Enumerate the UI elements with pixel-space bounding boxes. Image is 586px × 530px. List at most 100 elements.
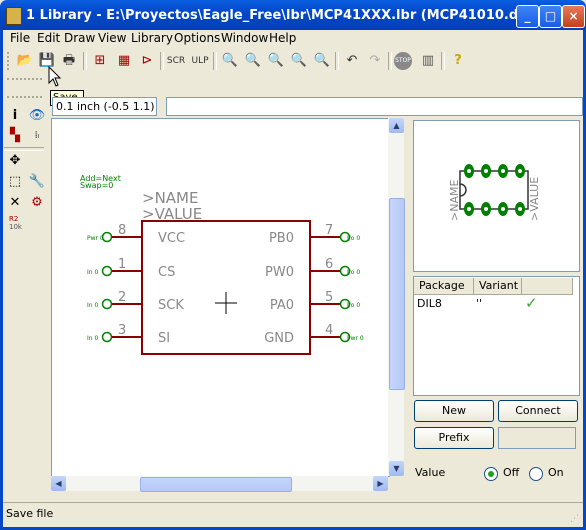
- command-line-input[interactable]: [166, 97, 583, 116]
- menu-library[interactable]: Library: [131, 31, 173, 45]
- left-pin-2: In 0 2 SCK: [87, 290, 184, 313]
- zoom-in-icon[interactable]: 🔍: [243, 51, 263, 71]
- minimize-button[interactable]: _: [516, 5, 539, 28]
- prefix-field[interactable]: [498, 427, 576, 449]
- pin-name: VCC: [158, 231, 185, 246]
- radio-on[interactable]: [529, 467, 543, 481]
- pin-type: In 0: [87, 302, 98, 309]
- menu-draw[interactable]: Draw: [64, 31, 95, 45]
- script-icon[interactable]: SCR: [166, 51, 186, 71]
- open-icon[interactable]: 📂: [15, 51, 35, 71]
- pad-hole: [501, 207, 505, 211]
- change-icon[interactable]: 🔧: [27, 172, 47, 192]
- pad-hole: [501, 169, 505, 173]
- connect-button[interactable]: Connect: [498, 400, 578, 422]
- resize-grip-icon[interactable]: ⋰: [570, 514, 582, 526]
- pad-hole: [518, 169, 522, 173]
- menu-edit[interactable]: Edit: [37, 31, 60, 45]
- info-icon[interactable]: i: [5, 106, 25, 126]
- checkmark-icon: ✓: [525, 294, 538, 312]
- coordinate-display: 0.1 inch (-0.5 1.1): [52, 97, 157, 116]
- scroll-left-icon[interactable]: ◀: [51, 476, 66, 491]
- left-pin-3: In 0 3 SI: [87, 323, 170, 346]
- maximize-button[interactable]: □: [539, 5, 562, 28]
- column-header-blank: [522, 278, 573, 295]
- sidebar-grip: [7, 96, 42, 102]
- toolbar-separator: [335, 52, 339, 70]
- right-pin-7: I/o 0 7 PB0: [269, 223, 360, 246]
- pin-connector: [101, 265, 113, 277]
- variant-cell: '': [476, 297, 483, 310]
- close-button[interactable]: ×: [562, 5, 585, 28]
- toolbar-separator: [83, 52, 87, 70]
- pin-name: CS: [158, 265, 175, 280]
- toolbar-grip-2: [7, 78, 42, 94]
- package-icon[interactable]: ▦: [114, 51, 134, 71]
- drawing-canvas[interactable]: Add=Next Swap=0 >NAME >VALUE Pwr 0 8 VCC In…: [51, 118, 390, 477]
- pin-number: 6: [325, 257, 333, 272]
- column-header-variant[interactable]: Variant: [474, 278, 522, 295]
- value-label: Value: [415, 466, 446, 479]
- status-text: Save file: [6, 507, 54, 520]
- pin-name: PA0: [270, 298, 294, 313]
- scroll-up-icon[interactable]: ▲: [389, 118, 404, 133]
- right-pin-4: Pwr 0 4 GND: [264, 323, 364, 346]
- swap-text: Swap=0: [80, 181, 113, 190]
- menu-options[interactable]: Options: [174, 31, 220, 45]
- pinswap-icon[interactable]: ⚙: [27, 193, 47, 213]
- stop-icon[interactable]: STOP: [394, 52, 412, 70]
- preview-value-label: >VALUE: [528, 177, 541, 221]
- package-cell: DIL8: [417, 297, 442, 310]
- pin-type: Pwr 0: [87, 235, 104, 242]
- pin-number: 7: [325, 223, 333, 238]
- prefix-button[interactable]: Prefix: [414, 427, 494, 449]
- value-tool-icon[interactable]: R2 10k: [9, 215, 22, 231]
- pin-name: GND: [264, 331, 294, 346]
- zoom-fit-icon[interactable]: 🔍: [220, 51, 240, 71]
- go-icon[interactable]: ▥: [418, 51, 438, 71]
- pad-hole: [467, 207, 471, 211]
- vertical-scroll-thumb[interactable]: [389, 198, 405, 390]
- symbol-icon[interactable]: ⊳: [137, 51, 157, 71]
- menu-view[interactable]: View: [98, 31, 126, 45]
- redraw-icon[interactable]: 🔍: [289, 51, 309, 71]
- eye-icon[interactable]: 👁: [27, 106, 47, 126]
- zoom-out-icon[interactable]: 🔍: [266, 51, 286, 71]
- right-pin-5: I/o 0 5 PA0: [270, 290, 361, 313]
- horizontal-scroll-thumb[interactable]: [140, 477, 292, 492]
- zoom-select-icon[interactable]: 🔍: [312, 51, 332, 71]
- app-icon: [6, 7, 22, 25]
- redo-icon[interactable]: ↷: [365, 51, 385, 71]
- radio-off[interactable]: [484, 467, 498, 481]
- ulp-icon[interactable]: ULP: [190, 51, 210, 71]
- table-row[interactable]: DIL8 '' ✓: [414, 294, 577, 312]
- preview-name-label: >NAME: [448, 180, 461, 221]
- pad-hole: [467, 169, 471, 173]
- print-icon[interactable]: 🖶: [59, 51, 79, 71]
- toolbar-grip: [7, 52, 15, 70]
- group-icon[interactable]: ⬚: [5, 172, 25, 192]
- pin-number: 3: [118, 323, 126, 338]
- mark-icon[interactable]: ⁞ₗ: [27, 126, 47, 146]
- delete-icon[interactable]: ✕: [5, 193, 25, 213]
- toolbar-separator: [388, 52, 392, 70]
- menu-window[interactable]: Window: [221, 31, 268, 45]
- layers-icon[interactable]: ▚: [5, 126, 25, 146]
- pin-name: PW0: [265, 265, 294, 280]
- pin-connector: [101, 298, 113, 310]
- new-button[interactable]: New: [414, 400, 494, 422]
- scroll-down-icon[interactable]: ▼: [389, 461, 404, 476]
- column-header-package[interactable]: Package: [414, 278, 474, 295]
- menu-file[interactable]: File: [10, 31, 30, 45]
- pin-name: SCK: [158, 298, 184, 313]
- move-icon[interactable]: ✥: [5, 151, 25, 171]
- radio-off-label: Off: [503, 466, 520, 479]
- undo-icon[interactable]: ↶: [342, 51, 362, 71]
- pin-type: I/o 0: [347, 269, 360, 276]
- cursor-icon: [48, 66, 62, 87]
- menu-help[interactable]: Help: [269, 31, 296, 45]
- radio-dot: [488, 471, 494, 477]
- scroll-right-icon[interactable]: ▶: [373, 476, 388, 491]
- schematic-icon[interactable]: ⊞: [90, 51, 110, 71]
- help-icon[interactable]: ?: [448, 51, 468, 71]
